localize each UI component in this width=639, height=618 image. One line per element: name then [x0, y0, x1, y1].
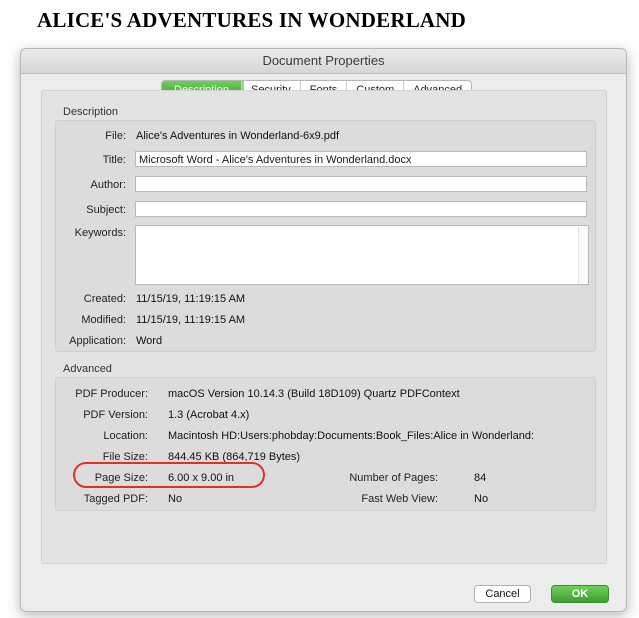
- description-tab-panel: Description File: Alice's Adventures in …: [41, 90, 607, 564]
- pdf-version-label: PDF Version:: [83, 409, 148, 421]
- modified-label: Modified:: [81, 314, 126, 326]
- producer-label: PDF Producer:: [75, 388, 148, 400]
- number-of-pages-label: Number of Pages:: [349, 472, 438, 484]
- keywords-field[interactable]: [135, 225, 589, 285]
- document-heading: ALICE'S ADVENTURES IN WONDERLAND: [37, 8, 467, 32]
- file-label: File:: [105, 130, 126, 142]
- fast-web-view-value: No: [474, 493, 489, 505]
- file-value: Alice's Adventures in Wonderland-6x9.pdf: [136, 130, 340, 142]
- created-value: 11/15/19, 11:19:15 AM: [136, 293, 246, 305]
- tagged-pdf-value: No: [168, 493, 183, 505]
- title-label: Title:: [102, 154, 126, 166]
- author-field[interactable]: [135, 176, 587, 192]
- tagged-pdf-label: Tagged PDF:: [83, 493, 148, 505]
- cancel-button[interactable]: Cancel: [474, 585, 531, 603]
- subject-label: Subject:: [86, 204, 126, 216]
- location-value: Macintosh HD:Users:phobday:Documents:Boo…: [168, 430, 535, 442]
- advanced-section-label: Advanced: [63, 363, 112, 375]
- pdf-version-value: 1.3 (Acrobat 4.x): [168, 409, 250, 421]
- number-of-pages-value: 84: [474, 472, 487, 484]
- page-size-highlight-annotation: [73, 462, 265, 488]
- fast-web-view-label: Fast Web View:: [361, 493, 438, 505]
- subject-field[interactable]: [135, 201, 587, 217]
- description-section-label: Description: [63, 106, 119, 118]
- ok-button[interactable]: OK: [551, 585, 609, 603]
- author-label: Author:: [90, 179, 126, 191]
- producer-value: macOS Version 10.14.3 (Build 18D109) Qua…: [168, 388, 460, 400]
- modified-value: 11/15/19, 11:19:15 AM: [136, 314, 246, 326]
- created-label: Created:: [83, 293, 126, 305]
- application-label: Application:: [69, 335, 126, 347]
- title-field[interactable]: Microsoft Word - Alice's Adventures in W…: [135, 151, 587, 167]
- location-label: Location:: [103, 430, 148, 442]
- dialog-title: Document Properties: [21, 49, 626, 74]
- application-value: Word: [136, 335, 163, 347]
- document-properties-dialog: Document Properties Description Security…: [20, 48, 627, 612]
- keywords-label: Keywords:: [74, 227, 126, 239]
- keywords-scrollbar[interactable]: [578, 226, 588, 284]
